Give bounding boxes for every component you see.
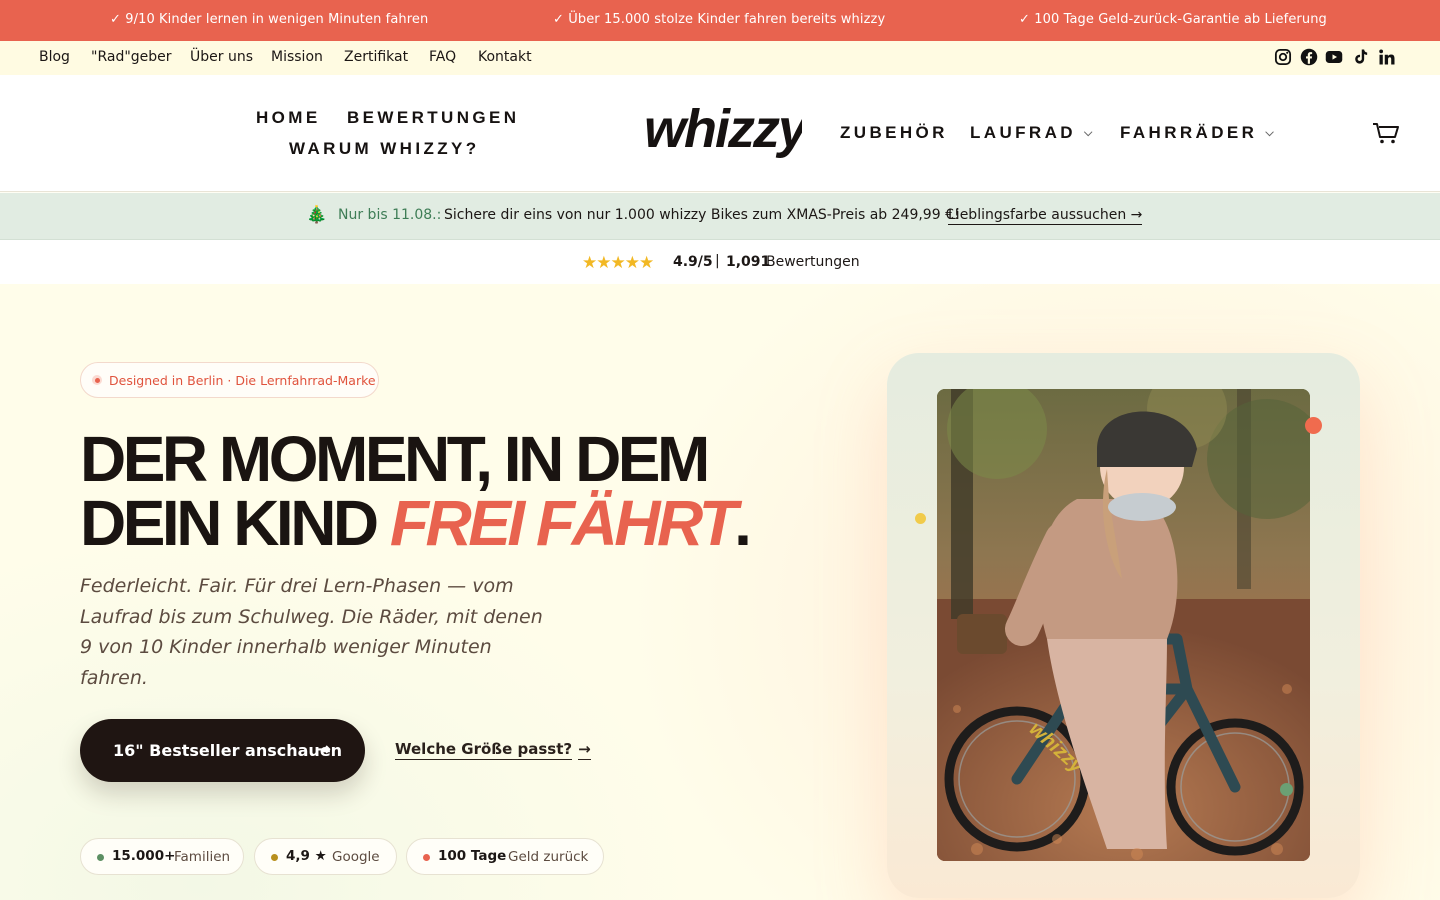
rating-strip: ★★★★★ 4.9/5 | 1,091 Bewertungen — [0, 240, 1440, 284]
utility-link-mission[interactable]: Mission — [271, 49, 323, 65]
utility-link-blog[interactable]: Blog — [39, 49, 70, 65]
youtube-icon[interactable] — [1325, 48, 1343, 66]
stat-label: Familien — [174, 849, 231, 865]
nav-bicycles-label: FAHRRÄDER — [1120, 123, 1258, 142]
nav-bicycles[interactable]: FAHRRÄDER ⌵ — [1120, 123, 1274, 143]
badge-dot-icon — [92, 375, 102, 385]
utility-nav: Blog "Rad"geber Über uns Mission Zertifi… — [0, 41, 1440, 75]
size-guide-link[interactable]: Welche Größe passt? → — [395, 740, 591, 760]
announcement-item: ✓ 100 Tage Geld-zurück-Garantie ab Liefe… — [1019, 12, 1327, 27]
linkedin-icon[interactable] — [1378, 48, 1396, 66]
child-on-bike-illustration: whizzy — [937, 389, 1310, 861]
headline-accent: FREI FÄHRT — [389, 487, 738, 559]
nav-accessories[interactable]: ZUBEHÖR — [840, 123, 948, 143]
chevron-down-icon: ⌵ — [1083, 127, 1093, 139]
stat-value: 100 Tage — [438, 848, 507, 864]
utility-link-certificate[interactable]: Zertifikat — [344, 49, 408, 65]
utility-link-contact[interactable]: Kontakt — [478, 49, 532, 65]
rating-separator: | — [715, 253, 720, 269]
decor-dot — [915, 513, 926, 524]
decor-dot — [1280, 783, 1293, 796]
arrow-right-icon: → — [578, 740, 591, 760]
hero-photo: whizzy — [937, 389, 1310, 861]
stat-google: 4,9 ★ Google — [254, 838, 397, 875]
stat-money-back: 100 Tage Geld zurück — [406, 838, 604, 875]
cart-icon[interactable] — [1372, 121, 1400, 145]
hero-badge-text: Designed in Berlin · Die Lernfahrrad-Mar… — [109, 373, 376, 388]
christmas-tree-icon: 🎄 — [306, 205, 328, 225]
nav-why-whizzy[interactable]: WARUM WHIZZY? — [289, 139, 480, 159]
instagram-icon[interactable] — [1274, 48, 1292, 66]
headline-period: . — [734, 487, 752, 559]
promo-text: Sichere dir eins von nur 1.000 whizzy Bi… — [444, 207, 960, 223]
hero-badge: Designed in Berlin · Die Lernfahrrad-Mar… — [80, 362, 379, 398]
stat-value: 4,9 ★ — [286, 848, 327, 864]
nav-home[interactable]: HOME — [256, 108, 321, 128]
stat-families: 15.000+ Familien — [80, 838, 244, 875]
star-rating-icon: ★★★★★ — [582, 253, 654, 273]
review-label[interactable]: Bewertungen — [766, 254, 860, 270]
review-count[interactable]: 1,091 — [726, 254, 770, 270]
hero-image-card: whizzy — [887, 353, 1360, 898]
announcement-bar: ✓ 9/10 Kinder lernen in wenigen Minuten … — [0, 0, 1440, 41]
promo-link[interactable]: Lieblingsfarbe aussuchen → — [948, 207, 1143, 225]
size-guide-label: Welche Größe passt? — [395, 740, 573, 760]
stat-label: Google — [332, 849, 380, 865]
stat-value: 15.000+ — [112, 848, 176, 864]
hero-section: Designed in Berlin · Die Lernfahrrad-Mar… — [0, 284, 1440, 900]
utility-link-faq[interactable]: FAQ — [429, 49, 456, 65]
bestseller-cta-button[interactable]: 16" Bestseller anschauen → — [80, 719, 365, 782]
chevron-down-icon: ⌵ — [1265, 127, 1274, 139]
whizzy-logo[interactable]: whizzy — [640, 97, 802, 169]
arrow-right-icon: → — [316, 739, 332, 760]
rating-score: 4.9/5 — [673, 254, 713, 270]
hero-headline: DER MOMENT, IN DEM DEIN KIND FREI FÄHRT. — [80, 423, 752, 555]
site-header: HOME BEWERTUNGEN WARUM WHIZZY? whizzy ZU… — [0, 75, 1440, 192]
facebook-icon[interactable] — [1300, 48, 1318, 66]
announcement-item: ✓ Über 15.000 stolze Kinder fahren berei… — [553, 12, 886, 27]
hero-subtitle: Federleicht. Fair. Für drei Lern-Phasen … — [80, 575, 543, 689]
stat-dot-icon — [97, 854, 104, 861]
stat-dot-icon — [423, 854, 430, 861]
promo-bar: 🎄 Nur bis 11.08.: Sichere dir eins von n… — [0, 193, 1440, 240]
stat-dot-icon — [271, 854, 278, 861]
announcement-item: ✓ 9/10 Kinder lernen in wenigen Minuten … — [110, 12, 429, 27]
promo-date: Nur bis 11.08.: — [338, 207, 442, 223]
stat-label: Geld zurück — [508, 849, 589, 865]
headline-line-1: DER MOMENT, IN DEM — [80, 423, 710, 495]
nav-reviews[interactable]: BEWERTUNGEN — [347, 108, 519, 128]
utility-link-about[interactable]: Über uns — [190, 49, 253, 65]
cta-label: 16" Bestseller anschauen — [113, 741, 343, 760]
headline-line-2: DEIN KIND — [80, 487, 390, 559]
nav-balance-bike-label: LAUFRAD — [970, 123, 1076, 142]
decor-dot — [1305, 417, 1322, 434]
nav-balance-bike[interactable]: LAUFRAD ⌵ — [970, 123, 1092, 143]
logo-text: whizzy — [644, 99, 802, 159]
tiktok-icon[interactable] — [1352, 48, 1370, 66]
utility-link-radgeber[interactable]: "Rad"geber — [91, 49, 172, 65]
